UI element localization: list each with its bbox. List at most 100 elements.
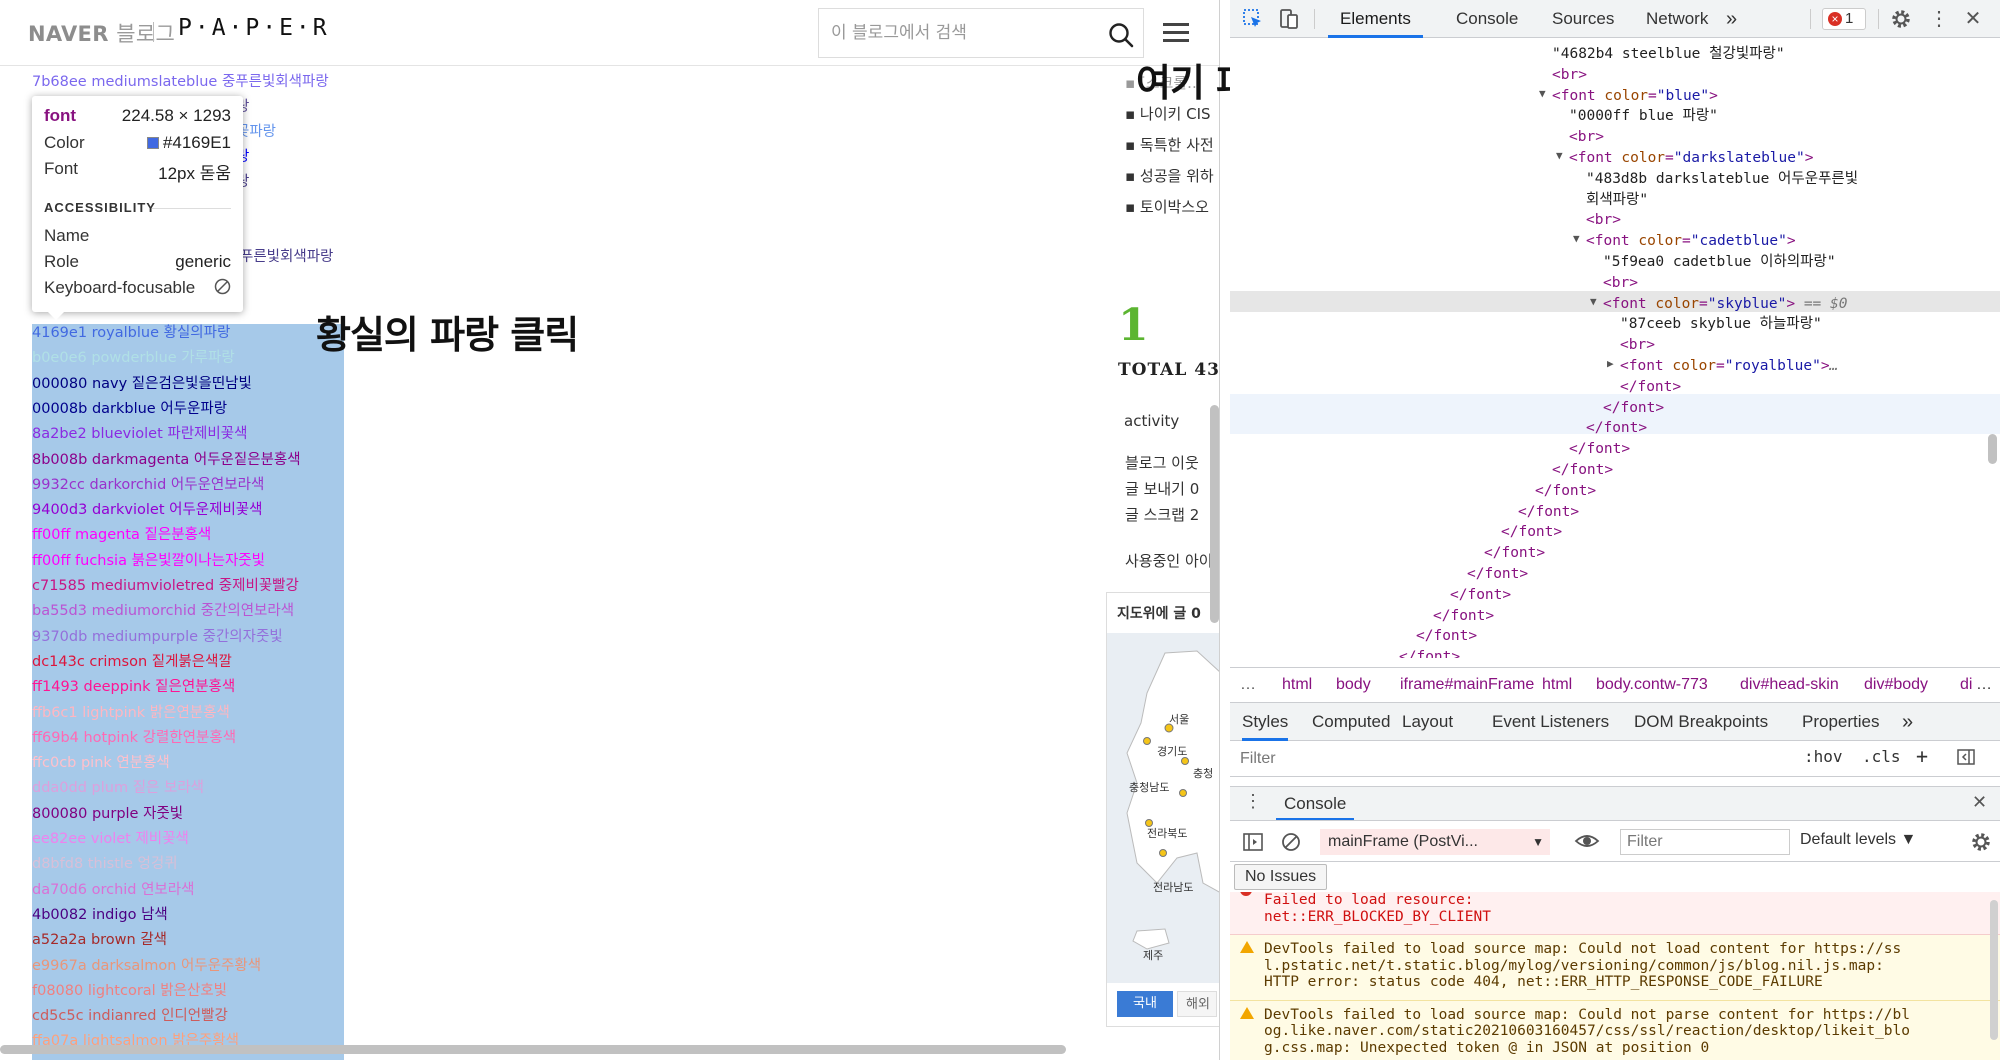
breadcrumb-item[interactable]: body.contw-773 [1596,676,1708,694]
styles-tab[interactable]: Layout [1402,703,1453,741]
dom-node-line[interactable]: "4682b4 steelblue 철강빛파랑" [1552,44,1785,64]
dom-close-tag[interactable]: </font> [1416,626,1477,646]
console-scrollbar[interactable] [1990,900,1998,1040]
more-styles-tabs-icon[interactable]: » [1902,703,1913,741]
close-drawer-icon[interactable]: ✕ [1972,792,1987,813]
page-horizontal-scrollbar[interactable] [0,1045,1066,1054]
show-sidebar-icon[interactable] [1242,831,1264,858]
breadcrumb-item[interactable]: body [1336,676,1371,694]
dom-close-tag[interactable]: </font> [1399,647,1460,658]
dom-node-line[interactable]: "5f9ea0 cadetblue 이하의파랑" [1603,252,1836,272]
dom-node-line[interactable]: </font> [1620,377,1681,397]
annotation-left: 황실의 파랑 클릭 [316,313,579,357]
blog-title[interactable]: P·A·P·E·R [178,15,330,41]
dom-node-line[interactable]: <font color="cadetblue"> [1586,231,1796,251]
korea-map-icon[interactable] [1107,633,1220,983]
activity-item[interactable]: 사용중인 아이 [1125,550,1213,571]
console-filter-input[interactable] [1620,829,1790,855]
dom-close-tag[interactable]: </font> [1467,564,1528,584]
error-count-badge[interactable]: 1 [1822,8,1866,30]
map-region-label: 전라북도 [1147,827,1188,840]
device-toolbar-icon[interactable] [1278,8,1300,30]
activity-label: activity [1124,412,1180,430]
activity-item[interactable]: 글 보내기 0 [1125,478,1199,499]
dom-node-line[interactable]: 회색파랑" [1586,190,1648,210]
dom-node-line[interactable]: <br> [1620,335,1655,355]
tab-elements[interactable]: Elements [1328,0,1423,38]
dom-node-line[interactable]: </font> [1586,418,1647,438]
clear-console-icon[interactable] [1280,831,1302,858]
dom-node-line[interactable]: <font color="royalblue">… [1620,356,1838,376]
styles-tab[interactable]: Properties [1802,703,1879,741]
no-issues-badge[interactable]: No Issues [1234,864,1328,890]
dom-node-line[interactable]: <br> [1586,210,1621,230]
dom-close-tag[interactable]: </font> [1433,606,1494,626]
elements-vertical-scrollbar[interactable] [1988,434,1997,464]
menu-icon[interactable] [1163,20,1189,46]
styles-tab[interactable]: Styles [1242,703,1289,741]
close-icon[interactable]: ✕ [1962,8,1984,30]
map-tab-abroad[interactable]: 해외 [1177,991,1217,1017]
dom-close-tag[interactable]: </font> [1501,522,1562,542]
log-levels-dropdown[interactable]: Default levels ▼ [1800,831,1916,849]
dom-node-line[interactable]: </font> [1569,439,1630,459]
breadcrumb-overflow-icon[interactable]: … [1976,676,1992,694]
toggle-sidebar-icon[interactable] [1956,747,1976,771]
gear-icon[interactable] [1890,8,1912,30]
map-tab-korea[interactable]: 국내 [1117,991,1173,1017]
breadcrumb-item[interactable]: div#head-skin [1740,676,1839,694]
breadcrumb-item[interactable]: iframe#mainFrame [1400,676,1534,694]
dom-close-tag[interactable]: </font> [1518,502,1579,522]
styles-filter-input[interactable] [1240,747,1800,771]
add-rule-icon[interactable]: + [1916,744,1928,768]
styles-tab[interactable]: DOM Breakpoints [1634,703,1768,741]
eye-icon[interactable] [1574,830,1600,857]
dom-close-tag[interactable]: </font> [1484,543,1545,563]
expand-toggle-icon[interactable]: ▼ [1590,295,1597,308]
side-item[interactable]: ▪ 토이박스오 [1125,196,1209,217]
dom-close-tag[interactable]: </font> [1535,481,1596,501]
expand-toggle-icon[interactable]: ▼ [1539,87,1546,100]
context-select[interactable]: mainFrame (PostVi... ▼ [1320,829,1550,855]
dom-node-line[interactable]: "0000ff blue 파랑" [1569,106,1718,126]
search-input[interactable] [831,21,1091,45]
hov-button[interactable]: :hov [1804,747,1843,766]
styles-tab[interactable]: Computed [1312,703,1390,741]
search-icon[interactable] [1107,21,1135,49]
dom-node-line[interactable]: <br> [1569,127,1604,147]
breadcrumb-item[interactable]: … [1240,676,1256,694]
dom-node-line[interactable]: <br> [1552,65,1587,85]
more-tabs-icon[interactable]: » [1726,0,1737,38]
expand-toggle-icon[interactable]: ▼ [1573,232,1580,245]
page-vertical-scrollbar[interactable] [1210,405,1219,623]
breadcrumb-item[interactable]: di [1960,676,1972,694]
breadcrumb-item[interactable]: div#body [1864,676,1928,694]
dom-node-line[interactable]: </font> [1603,398,1664,418]
side-item[interactable]: ▪ 독특한 사전 [1125,134,1214,155]
inspect-element-icon[interactable] [1242,8,1264,30]
kebab-menu-icon[interactable]: ⋮ [1928,8,1950,30]
side-item[interactable]: ▪ 성공을 위하 [1125,165,1214,186]
console-settings-icon[interactable] [1970,831,1992,858]
cls-button[interactable]: .cls [1862,747,1901,766]
dom-node-line[interactable]: <font color="darkslateblue"> [1569,148,1813,168]
drawer-menu-icon[interactable]: ⋮ [1244,791,1262,812]
tab-sources[interactable]: Sources [1540,0,1626,38]
styles-tab[interactable]: Event Listeners [1492,703,1609,741]
dom-node-line[interactable]: "87ceeb skyblue 하늘파랑" [1620,314,1822,334]
drawer-tab-console[interactable]: Console [1276,787,1355,821]
dom-node-line[interactable]: <font color="skyblue"> == $0 [1603,294,1847,314]
expand-toggle-icon[interactable]: ▼ [1556,149,1563,162]
dom-node-line[interactable]: <font color="blue"> [1552,86,1718,106]
dom-node-line[interactable]: <br> [1603,273,1638,293]
breadcrumb-item[interactable]: html [1542,676,1572,694]
dom-node-line[interactable]: </font> [1552,460,1613,480]
expand-toggle-icon[interactable]: ▶ [1607,357,1614,370]
dom-close-tag[interactable]: </font> [1450,585,1511,605]
tab-console[interactable]: Console [1444,0,1530,38]
breadcrumb-item[interactable]: html [1282,676,1312,694]
tab-network[interactable]: Network [1634,0,1720,38]
dom-node-line[interactable]: "483d8b darkslateblue 어두운푸른빛 [1586,169,1858,189]
activity-item[interactable]: 글 스크랩 2 [1125,504,1199,525]
activity-item[interactable]: 블로그 이웃 [1125,452,1199,473]
